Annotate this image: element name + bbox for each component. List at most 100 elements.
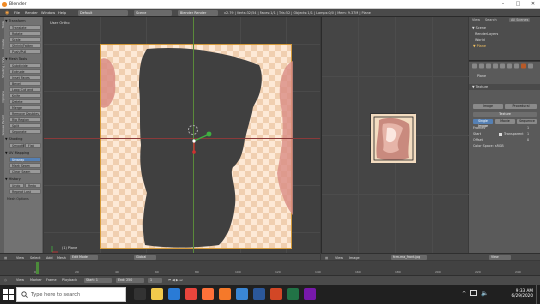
- undo-button[interactable]: Undo: [9, 183, 24, 188]
- 3d-viewport[interactable]: User Ortho (1) Plane: [44, 17, 320, 253]
- chrome-icon[interactable]: [185, 288, 197, 300]
- viewport-select-menu[interactable]: Select: [30, 256, 40, 260]
- image-menu[interactable]: Image: [349, 256, 360, 260]
- section-shading[interactable]: ▼ Shading: [5, 137, 22, 141]
- texture-name-field[interactable]: Texture: [473, 112, 537, 117]
- flat-button[interactable]: Flat: [25, 143, 41, 148]
- properties-editor[interactable]: Plane ▼ Texture Image Procedural Texture…: [469, 62, 540, 253]
- section-uv-mapping[interactable]: ▼ UV Mapping: [5, 151, 29, 155]
- procedural-tab-button[interactable]: Procedural: [505, 104, 537, 109]
- tab-tools[interactable]: Tools: [1, 21, 5, 28]
- start-frame-field[interactable]: Start: 1: [84, 278, 112, 283]
- timeline[interactable]: 0 20 40 60 80 100 120 140 160 180 200 22…: [0, 261, 540, 275]
- loop-cut-button[interactable]: Loop Cut and Slide: [9, 87, 41, 97]
- menu-render[interactable]: Render: [25, 11, 38, 15]
- image-tab-button[interactable]: Image: [473, 104, 503, 109]
- shrink-fatten-button[interactable]: Shrink/Fatten: [9, 43, 41, 48]
- texture-panel-header[interactable]: ▼ Texture: [469, 84, 540, 90]
- outliner-row-renderlayers[interactable]: RenderLayers: [475, 32, 498, 36]
- remove-doubles-button[interactable]: Remove Doubles: [9, 111, 41, 116]
- timeline-marker-menu[interactable]: Marker: [30, 278, 42, 282]
- menu-help[interactable]: Help: [58, 11, 66, 15]
- edge-icon[interactable]: [168, 288, 180, 300]
- close-button[interactable]: ✕: [526, 1, 540, 8]
- render-engine-selector[interactable]: Blender Render: [178, 10, 218, 16]
- mail-icon[interactable]: [236, 288, 248, 300]
- scene-selector[interactable]: Scene: [134, 10, 172, 16]
- push-pull-button[interactable]: Push/Pull: [9, 49, 41, 54]
- maximize-button[interactable]: □: [511, 1, 525, 8]
- outliner-row-plane[interactable]: ▼ Plane: [473, 44, 486, 48]
- uv-image-editor[interactable]: [321, 17, 469, 253]
- current-frame-field[interactable]: 1: [148, 278, 162, 283]
- translate-button[interactable]: Translate: [9, 25, 41, 30]
- layout-selector[interactable]: Default: [78, 10, 128, 16]
- sequence-button[interactable]: Sequence: [517, 119, 537, 124]
- viewport-add-menu[interactable]: Add: [46, 256, 53, 260]
- editor-type-icon[interactable]: ◷: [4, 278, 7, 282]
- tray-chevron-icon[interactable]: ^: [462, 291, 466, 297]
- inset-faces-button[interactable]: Inset Faces: [9, 75, 41, 80]
- transparent-checkbox[interactable]: [499, 133, 502, 136]
- single-image-button[interactable]: Single Image: [473, 119, 493, 128]
- menu-file[interactable]: File: [14, 11, 20, 15]
- menu-window[interactable]: Window: [41, 11, 55, 15]
- network-icon[interactable]: [470, 290, 477, 296]
- delete-button[interactable]: Delete: [9, 99, 41, 104]
- outliner-search-menu[interactable]: Search: [485, 18, 497, 22]
- clear-seam-button[interactable]: Clear Seam: [9, 169, 41, 174]
- outliner-row-world[interactable]: World: [475, 38, 485, 42]
- movie-button[interactable]: Movie: [495, 119, 515, 124]
- section-history[interactable]: ▼ History: [5, 177, 21, 181]
- merge-button[interactable]: Merge: [9, 105, 41, 110]
- image-mode-selector[interactable]: View: [489, 255, 511, 260]
- editor-type-icon[interactable]: ▦: [4, 256, 7, 260]
- playback-controls-icon[interactable]: ⏮ ◀ ▶ ⏭: [168, 278, 183, 282]
- scale-button[interactable]: Scale: [9, 37, 41, 42]
- unwrap-button[interactable]: Unwrap: [9, 157, 41, 162]
- subdivide-button[interactable]: Subdivide: [9, 63, 41, 68]
- firefox-icon[interactable]: [202, 288, 214, 300]
- taskbar-search-box[interactable]: Type here to search: [16, 287, 126, 302]
- rotate-button[interactable]: Rotate: [9, 31, 41, 36]
- timeline-frame-menu[interactable]: Frame: [46, 278, 57, 282]
- timeline-view-menu[interactable]: View: [16, 278, 24, 282]
- knife-button[interactable]: Knife: [9, 93, 41, 98]
- end-frame-field[interactable]: End: 250: [116, 278, 144, 283]
- excel-icon[interactable]: [287, 288, 299, 300]
- timeline-playback-menu[interactable]: Playback: [62, 278, 77, 282]
- 3d-cursor-icon[interactable]: [184, 122, 214, 156]
- smooth-button[interactable]: Smooth: [9, 143, 24, 148]
- outliner-row-scene[interactable]: ▼ Scene: [472, 26, 486, 30]
- rip-region-button[interactable]: Rip Region: [9, 117, 41, 122]
- image-name-field[interactable]: fcm-ma_front.jpg: [391, 255, 427, 260]
- viewport-mesh-menu[interactable]: Mesh: [57, 256, 66, 260]
- editor-type-icon[interactable]: ▦: [325, 256, 328, 260]
- bevel-button[interactable]: Bevel: [9, 81, 41, 86]
- word-icon[interactable]: [253, 288, 265, 300]
- start-value[interactable]: 1: [527, 132, 529, 136]
- file-explorer-icon[interactable]: [151, 288, 163, 300]
- section-mesh-tools[interactable]: ▼ Mesh Tools: [5, 57, 27, 61]
- windows-start-icon[interactable]: [3, 289, 14, 300]
- frames-value[interactable]: 1: [527, 126, 529, 130]
- blender-icon[interactable]: [219, 288, 231, 300]
- outliner[interactable]: View Search All Scenes ▼ Scene RenderLay…: [469, 17, 540, 61]
- redo-button[interactable]: Redo: [25, 183, 41, 188]
- outliner-display-mode[interactable]: All Scenes: [509, 18, 531, 22]
- taskbar-clock[interactable]: 9:33 AM 6/29/2020: [495, 288, 533, 298]
- blender-menu-icon[interactable]: ◉: [5, 10, 9, 16]
- mode-selector[interactable]: Edit Mode: [70, 255, 98, 260]
- minimize-button[interactable]: –: [496, 1, 510, 8]
- show-desktop-button[interactable]: [536, 285, 538, 304]
- transform-orientation-selector[interactable]: Global: [134, 255, 156, 260]
- section-transform[interactable]: ▼ Transform: [5, 19, 26, 23]
- properties-tabs-icons[interactable]: [471, 63, 539, 69]
- volume-icon[interactable]: 🔈: [481, 290, 488, 297]
- mesh-options-toggle[interactable]: Mesh Options: [7, 197, 29, 201]
- tab-grease-pencil[interactable]: Grease Pencil: [1, 115, 5, 135]
- tab-create[interactable]: Create: [1, 39, 5, 49]
- current-frame-marker[interactable]: [36, 262, 39, 274]
- split-button[interactable]: Split: [9, 123, 41, 128]
- extrude-button[interactable]: Extrude: [9, 69, 41, 74]
